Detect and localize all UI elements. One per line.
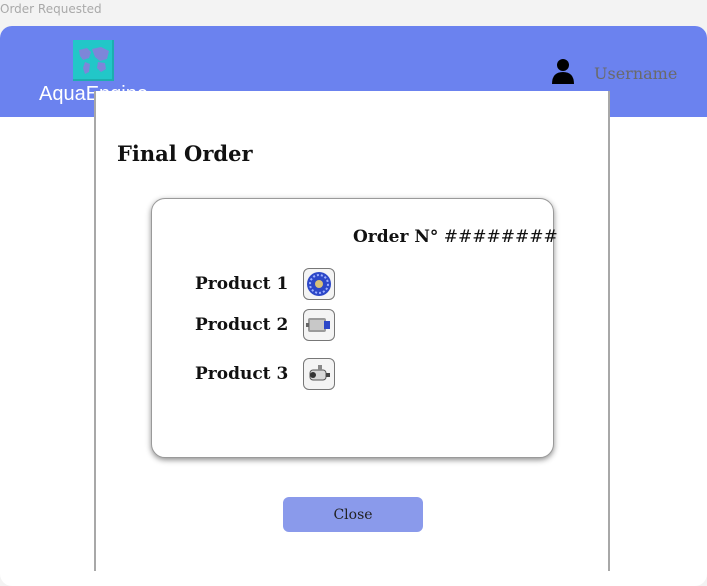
product-name: Product 2 [195, 315, 289, 335]
user-icon[interactable] [551, 58, 575, 84]
world-map-logo-icon [73, 40, 114, 81]
product-impeller-icon [303, 268, 335, 300]
page-title: Final Order [117, 141, 253, 166]
username-label[interactable]: Username [594, 64, 677, 83]
order-number: Order N° ######## [353, 227, 558, 247]
close-button[interactable]: Close [283, 497, 423, 532]
product-name: Product 1 [195, 274, 289, 294]
product-motor-icon [303, 309, 335, 341]
order-number-value: ######## [443, 227, 558, 247]
window-title: Order Requested [0, 2, 102, 16]
product-pump-icon [303, 358, 335, 390]
product-name: Product 3 [195, 364, 289, 384]
order-number-label: Order N° [353, 227, 439, 247]
